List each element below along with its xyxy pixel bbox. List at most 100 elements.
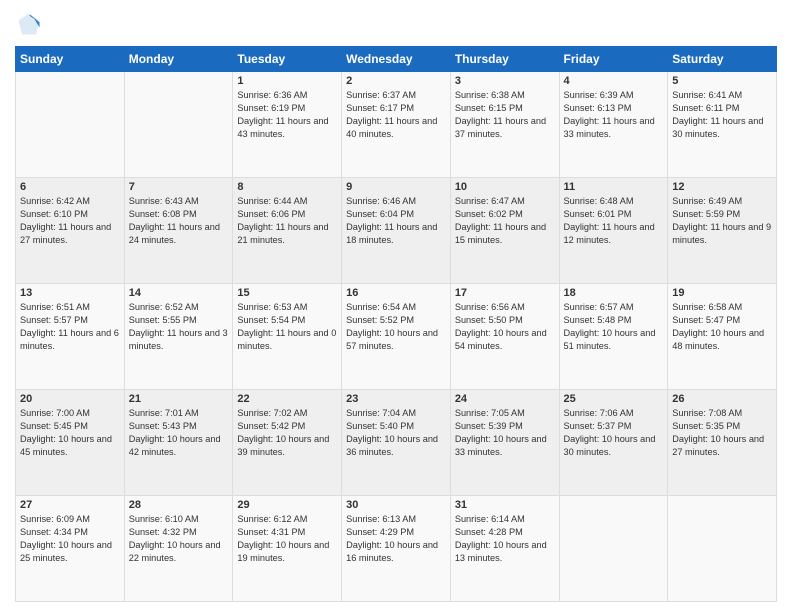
calendar-cell: 28 Sunrise: 6:10 AM Sunset: 4:32 PM Dayli…	[124, 496, 233, 602]
day-info: Sunrise: 6:47 AM Sunset: 6:02 PM Dayligh…	[455, 195, 555, 247]
day-number: 6	[20, 181, 120, 193]
calendar-cell: 21Sunrise: 7:01 AM Sunset: 5:43 PM Dayli…	[124, 390, 233, 496]
day-number: 27	[20, 499, 120, 511]
calendar-cell: 11 Sunrise: 6:48 AM Sunset: 6:01 PM Dayli…	[559, 178, 668, 284]
calendar-cell: 17 Sunrise: 6:56 AM Sunset: 5:50 PM Dayli…	[450, 284, 559, 390]
calendar-cell: 2Sunrise: 6:37 AM Sunset: 6:17 PM Daylig…	[342, 72, 451, 178]
calendar-cell: 4 Sunrise: 6:39 AM Sunset: 6:13 PM Daylig…	[559, 72, 668, 178]
day-number: 26	[672, 393, 772, 405]
day-info: Sunrise: 6:44 AM Sunset: 6:06 PM Dayligh…	[237, 195, 337, 247]
calendar-cell: 3 Sunrise: 6:38 AM Sunset: 6:15 PM Daylig…	[450, 72, 559, 178]
day-info: Sunrise: 6:51 AM Sunset: 5:57 PM Dayligh…	[20, 301, 120, 353]
day-info: Sunrise: 7:06 AM Sunset: 5:37 PM Dayligh…	[564, 407, 664, 459]
day-info: Sunrise: 6:09 AM Sunset: 4:34 PM Dayligh…	[20, 513, 120, 565]
calendar-cell	[124, 72, 233, 178]
day-of-week-header: Monday	[124, 47, 233, 72]
day-of-week-header: Saturday	[668, 47, 777, 72]
calendar-cell: 9 Sunrise: 6:46 AM Sunset: 6:04 PM Daylig…	[342, 178, 451, 284]
day-of-week-header: Thursday	[450, 47, 559, 72]
header	[15, 10, 777, 38]
day-number: 31	[455, 499, 555, 511]
calendar-week-row: 20 Sunrise: 7:00 AM Sunset: 5:45 PM Dayli…	[16, 390, 777, 496]
calendar-cell: 30 Sunrise: 6:13 AM Sunset: 4:29 PM Dayli…	[342, 496, 451, 602]
calendar-header: SundayMondayTuesdayWednesdayThursdayFrid…	[16, 47, 777, 72]
day-number: 24	[455, 393, 555, 405]
day-number: 3	[455, 75, 555, 87]
day-info: Sunrise: 6:36 AM Sunset: 6:19 PM Dayligh…	[237, 89, 337, 141]
days-of-week-row: SundayMondayTuesdayWednesdayThursdayFrid…	[16, 47, 777, 72]
calendar-body: 1 Sunrise: 6:36 AM Sunset: 6:19 PM Daylig…	[16, 72, 777, 602]
day-number: 10	[455, 181, 555, 193]
calendar-table: SundayMondayTuesdayWednesdayThursdayFrid…	[15, 46, 777, 602]
day-of-week-header: Friday	[559, 47, 668, 72]
logo	[15, 10, 47, 38]
day-number: 30	[346, 499, 446, 511]
calendar-cell: 27 Sunrise: 6:09 AM Sunset: 4:34 PM Dayli…	[16, 496, 125, 602]
day-info: Sunrise: 6:13 AM Sunset: 4:29 PM Dayligh…	[346, 513, 446, 565]
day-info: Sunrise: 6:48 AM Sunset: 6:01 PM Dayligh…	[564, 195, 664, 247]
day-info: Sunrise: 6:58 AM Sunset: 5:47 PM Dayligh…	[672, 301, 772, 353]
calendar-week-row: 27 Sunrise: 6:09 AM Sunset: 4:34 PM Dayli…	[16, 496, 777, 602]
day-number: 25	[564, 393, 664, 405]
day-number: 17	[455, 287, 555, 299]
day-info: Sunrise: 6:41 AM Sunset: 6:11 PM Dayligh…	[672, 89, 772, 141]
day-number: 22	[237, 393, 337, 405]
day-number: 23	[346, 393, 446, 405]
day-info: Sunrise: 6:57 AM Sunset: 5:48 PM Dayligh…	[564, 301, 664, 353]
day-number: 9	[346, 181, 446, 193]
day-number: 20	[20, 393, 120, 405]
day-info: Sunrise: 6:53 AM Sunset: 5:54 PM Dayligh…	[237, 301, 337, 353]
day-info: Sunrise: 6:52 AM Sunset: 5:55 PM Dayligh…	[129, 301, 229, 353]
calendar-cell: 16 Sunrise: 6:54 AM Sunset: 5:52 PM Dayli…	[342, 284, 451, 390]
calendar-cell: 10 Sunrise: 6:47 AM Sunset: 6:02 PM Dayli…	[450, 178, 559, 284]
day-number: 16	[346, 287, 446, 299]
day-number: 15	[237, 287, 337, 299]
page: SundayMondayTuesdayWednesdayThursdayFrid…	[0, 0, 792, 612]
day-info: Sunrise: 6:37 AM Sunset: 6:17 PM Dayligh…	[346, 89, 446, 141]
calendar-cell: 19 Sunrise: 6:58 AM Sunset: 5:47 PM Dayli…	[668, 284, 777, 390]
day-info: Sunrise: 7:04 AM Sunset: 5:40 PM Dayligh…	[346, 407, 446, 459]
calendar-cell	[668, 496, 777, 602]
calendar-week-row: 13Sunrise: 6:51 AM Sunset: 5:57 PM Dayli…	[16, 284, 777, 390]
day-number: 29	[237, 499, 337, 511]
day-number: 11	[564, 181, 664, 193]
day-info: Sunrise: 6:39 AM Sunset: 6:13 PM Dayligh…	[564, 89, 664, 141]
day-info: Sunrise: 6:46 AM Sunset: 6:04 PM Dayligh…	[346, 195, 446, 247]
day-number: 1	[237, 75, 337, 87]
day-info: Sunrise: 6:10 AM Sunset: 4:32 PM Dayligh…	[129, 513, 229, 565]
calendar-cell: 5Sunrise: 6:41 AM Sunset: 6:11 PM Daylig…	[668, 72, 777, 178]
day-info: Sunrise: 6:54 AM Sunset: 5:52 PM Dayligh…	[346, 301, 446, 353]
calendar-cell: 13Sunrise: 6:51 AM Sunset: 5:57 PM Dayli…	[16, 284, 125, 390]
day-info: Sunrise: 6:38 AM Sunset: 6:15 PM Dayligh…	[455, 89, 555, 141]
calendar-cell: 23 Sunrise: 7:04 AM Sunset: 5:40 PM Dayli…	[342, 390, 451, 496]
calendar-cell	[559, 496, 668, 602]
day-number: 4	[564, 75, 664, 87]
calendar-cell: 14Sunrise: 6:52 AM Sunset: 5:55 PM Dayli…	[124, 284, 233, 390]
day-number: 19	[672, 287, 772, 299]
day-number: 28	[129, 499, 229, 511]
calendar-cell: 7Sunrise: 6:43 AM Sunset: 6:08 PM Daylig…	[124, 178, 233, 284]
calendar-cell: 18Sunrise: 6:57 AM Sunset: 5:48 PM Dayli…	[559, 284, 668, 390]
day-number: 8	[237, 181, 337, 193]
day-info: Sunrise: 7:00 AM Sunset: 5:45 PM Dayligh…	[20, 407, 120, 459]
calendar-cell: 22 Sunrise: 7:02 AM Sunset: 5:42 PM Dayli…	[233, 390, 342, 496]
calendar-cell: 31Sunrise: 6:14 AM Sunset: 4:28 PM Dayli…	[450, 496, 559, 602]
calendar-cell: 24 Sunrise: 7:05 AM Sunset: 5:39 PM Dayli…	[450, 390, 559, 496]
day-info: Sunrise: 7:02 AM Sunset: 5:42 PM Dayligh…	[237, 407, 337, 459]
day-of-week-header: Sunday	[16, 47, 125, 72]
calendar-week-row: 6Sunrise: 6:42 AM Sunset: 6:10 PM Daylig…	[16, 178, 777, 284]
calendar-cell: 26Sunrise: 7:08 AM Sunset: 5:35 PM Dayli…	[668, 390, 777, 496]
calendar-cell: 25 Sunrise: 7:06 AM Sunset: 5:37 PM Dayli…	[559, 390, 668, 496]
calendar-cell	[16, 72, 125, 178]
day-info: Sunrise: 7:01 AM Sunset: 5:43 PM Dayligh…	[129, 407, 229, 459]
day-number: 12	[672, 181, 772, 193]
day-info: Sunrise: 6:43 AM Sunset: 6:08 PM Dayligh…	[129, 195, 229, 247]
calendar-cell: 6Sunrise: 6:42 AM Sunset: 6:10 PM Daylig…	[16, 178, 125, 284]
generalblue-logo-icon	[15, 10, 43, 38]
day-of-week-header: Tuesday	[233, 47, 342, 72]
day-info: Sunrise: 6:12 AM Sunset: 4:31 PM Dayligh…	[237, 513, 337, 565]
day-info: Sunrise: 7:05 AM Sunset: 5:39 PM Dayligh…	[455, 407, 555, 459]
calendar-cell: 1 Sunrise: 6:36 AM Sunset: 6:19 PM Daylig…	[233, 72, 342, 178]
day-info: Sunrise: 6:56 AM Sunset: 5:50 PM Dayligh…	[455, 301, 555, 353]
calendar-cell: 15 Sunrise: 6:53 AM Sunset: 5:54 PM Dayli…	[233, 284, 342, 390]
